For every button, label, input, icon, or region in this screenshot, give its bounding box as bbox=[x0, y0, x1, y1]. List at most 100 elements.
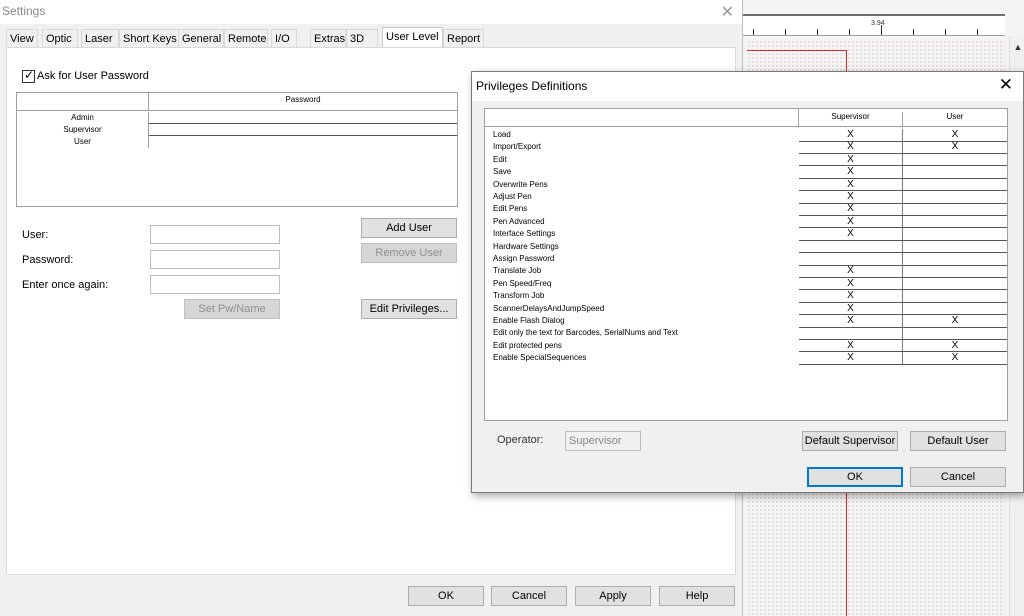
ruler-tick bbox=[913, 29, 914, 35]
tab-io[interactable]: I/O bbox=[271, 29, 297, 48]
user-column-header: User bbox=[946, 112, 964, 121]
privilege-name: Interface Settings bbox=[493, 229, 556, 239]
table-row[interactable]: Import/Export X X bbox=[485, 141, 1007, 154]
user-name-cell: Supervisor bbox=[17, 124, 149, 136]
password-label: Password: bbox=[22, 254, 74, 266]
users-table-password-header: Password bbox=[285, 95, 321, 104]
privilege-name: Enable Flash Dialog bbox=[493, 316, 565, 325]
tab-general[interactable]: General bbox=[178, 29, 224, 48]
tab-user-level[interactable]: User Level bbox=[382, 27, 443, 48]
settings-title: Settings bbox=[2, 4, 46, 18]
users-table-name-header bbox=[17, 93, 149, 111]
table-row[interactable]: Enable SpecialSequences X X bbox=[485, 352, 1007, 365]
tab-optic[interactable]: Optic bbox=[42, 29, 78, 48]
user-cell[interactable]: X bbox=[903, 340, 1007, 352]
table-row[interactable]: Edit protected pens X X bbox=[485, 339, 1007, 353]
tab-remote[interactable]: Remote bbox=[224, 29, 268, 48]
privileges-titlebar: Privileges Definitions ✕ bbox=[472, 72, 1023, 101]
privilege-name: Hardware Settings bbox=[493, 241, 559, 251]
supervisor-column-header: Supervisor bbox=[799, 112, 903, 127]
table-row[interactable]: Pen Speed/Freq X bbox=[485, 277, 1007, 291]
add-user-button[interactable]: Add User bbox=[361, 218, 457, 238]
check-icon: ✓ bbox=[24, 67, 35, 82]
table-row[interactable]: User bbox=[17, 136, 457, 148]
table-row[interactable]: Load X X bbox=[485, 129, 1007, 142]
user-name-cell: Admin bbox=[17, 112, 149, 124]
tab-view[interactable]: View bbox=[6, 29, 38, 48]
table-row[interactable]: Interface Settings X bbox=[485, 228, 1007, 241]
privilege-name: Load bbox=[493, 130, 511, 139]
ruler-tick bbox=[849, 29, 850, 35]
ruler-tick bbox=[881, 25, 882, 35]
apply-button[interactable]: Apply bbox=[575, 586, 651, 606]
privileges-ok-button[interactable]: OK bbox=[807, 467, 903, 487]
table-row[interactable]: Pen Advanced X bbox=[485, 215, 1007, 229]
table-row[interactable]: Enable Flash Dialog X X bbox=[485, 315, 1007, 328]
set-pw-name-button[interactable]: Set Pw/Name bbox=[184, 299, 280, 319]
table-row[interactable]: Assign Password bbox=[485, 253, 1007, 266]
remove-user-button[interactable]: Remove User bbox=[361, 243, 457, 263]
settings-titlebar: Settings ✕ bbox=[0, 0, 742, 24]
privilege-name: Pen Advanced bbox=[493, 216, 545, 226]
tab-extras[interactable]: Extras bbox=[310, 29, 346, 48]
user-cell[interactable]: X bbox=[903, 129, 1007, 141]
privilege-name: Enable SpecialSequences bbox=[493, 353, 587, 363]
password-input[interactable] bbox=[150, 250, 280, 269]
table-row[interactable]: Translate Job X bbox=[485, 265, 1007, 278]
default-supervisor-button[interactable]: Default Supervisor bbox=[802, 431, 898, 451]
ask-password-checkbox[interactable]: ✓ bbox=[22, 67, 35, 83]
user-label: User: bbox=[22, 229, 49, 241]
privileges-cancel-button[interactable]: Cancel bbox=[910, 467, 1006, 487]
row-divider bbox=[799, 363, 1007, 365]
ask-password-label: Ask for User Password bbox=[37, 70, 149, 82]
default-user-button[interactable]: Default User bbox=[910, 431, 1006, 451]
users-table-header: Password bbox=[17, 93, 457, 111]
close-icon[interactable]: ✕ bbox=[999, 75, 1013, 95]
user-cell[interactable]: X bbox=[903, 141, 1007, 153]
operator-label: Operator: bbox=[497, 434, 544, 446]
privilege-name: Pen Speed/Freq bbox=[493, 278, 552, 288]
privilege-name: Save bbox=[493, 167, 512, 177]
privilege-name: Edit only the text for Barcodes, SerialN… bbox=[493, 328, 678, 338]
privileges-table-header: Supervisor User bbox=[485, 109, 1007, 127]
privileges-title: Privileges Definitions bbox=[476, 79, 588, 93]
privileges-dialog: Privileges Definitions ✕ Supervisor User… bbox=[471, 71, 1024, 493]
tab-short-keys[interactable]: Short Keys bbox=[119, 29, 179, 48]
confirm-password-input[interactable] bbox=[150, 275, 280, 294]
ruler-tick bbox=[945, 29, 946, 35]
table-row[interactable]: Edit X bbox=[485, 153, 1007, 167]
table-row[interactable]: Edit only the text for Barcodes, SerialN… bbox=[485, 327, 1007, 340]
tab-report[interactable]: Report bbox=[443, 29, 484, 48]
privilege-name-header bbox=[485, 109, 799, 127]
ruler-tick bbox=[753, 29, 754, 35]
help-button[interactable]: Help bbox=[659, 586, 735, 606]
table-row[interactable]: Edit Pens X bbox=[485, 203, 1007, 216]
user-input[interactable] bbox=[150, 225, 280, 244]
table-row[interactable]: Save X bbox=[485, 166, 1007, 179]
table-row[interactable]: Overwrite Pens X bbox=[485, 178, 1007, 192]
cancel-button[interactable]: Cancel bbox=[491, 586, 567, 606]
ok-button[interactable]: OK bbox=[408, 586, 484, 606]
tab-laser[interactable]: Laser bbox=[81, 29, 119, 48]
close-icon[interactable]: ✕ bbox=[721, 2, 734, 22]
privilege-name: Import/Export bbox=[493, 142, 542, 152]
privileges-table: Supervisor User Load X X Import/Export X X Edi… bbox=[484, 108, 1008, 421]
table-row[interactable]: Hardware Settings bbox=[485, 240, 1007, 254]
privilege-name: ScannerDelaysAndJumpSpeed bbox=[493, 303, 605, 313]
edit-privileges-button[interactable]: Edit Privileges... bbox=[361, 299, 457, 319]
scroll-up-icon[interactable]: ▲ bbox=[1010, 42, 1024, 52]
privilege-name: Translate Job bbox=[493, 266, 542, 276]
user-name-cell: User bbox=[17, 136, 149, 148]
privilege-name: Adjust Pen bbox=[493, 192, 532, 201]
table-row[interactable]: Supervisor bbox=[17, 124, 457, 136]
user-cell[interactable]: X bbox=[903, 352, 1007, 364]
table-row[interactable]: Transform Job X bbox=[485, 290, 1007, 303]
ask-password-option[interactable]: ✓ Ask for User Password bbox=[22, 67, 149, 83]
ruler-tick bbox=[785, 29, 786, 35]
table-row[interactable]: Admin bbox=[17, 112, 457, 124]
ruler-label: 3.94 bbox=[871, 20, 885, 27]
table-row[interactable]: ScannerDelaysAndJumpSpeed X bbox=[485, 302, 1007, 316]
table-row[interactable]: Adjust Pen X bbox=[485, 191, 1007, 204]
user-cell[interactable]: X bbox=[903, 315, 1007, 327]
tab-3d[interactable]: 3D bbox=[346, 29, 378, 48]
